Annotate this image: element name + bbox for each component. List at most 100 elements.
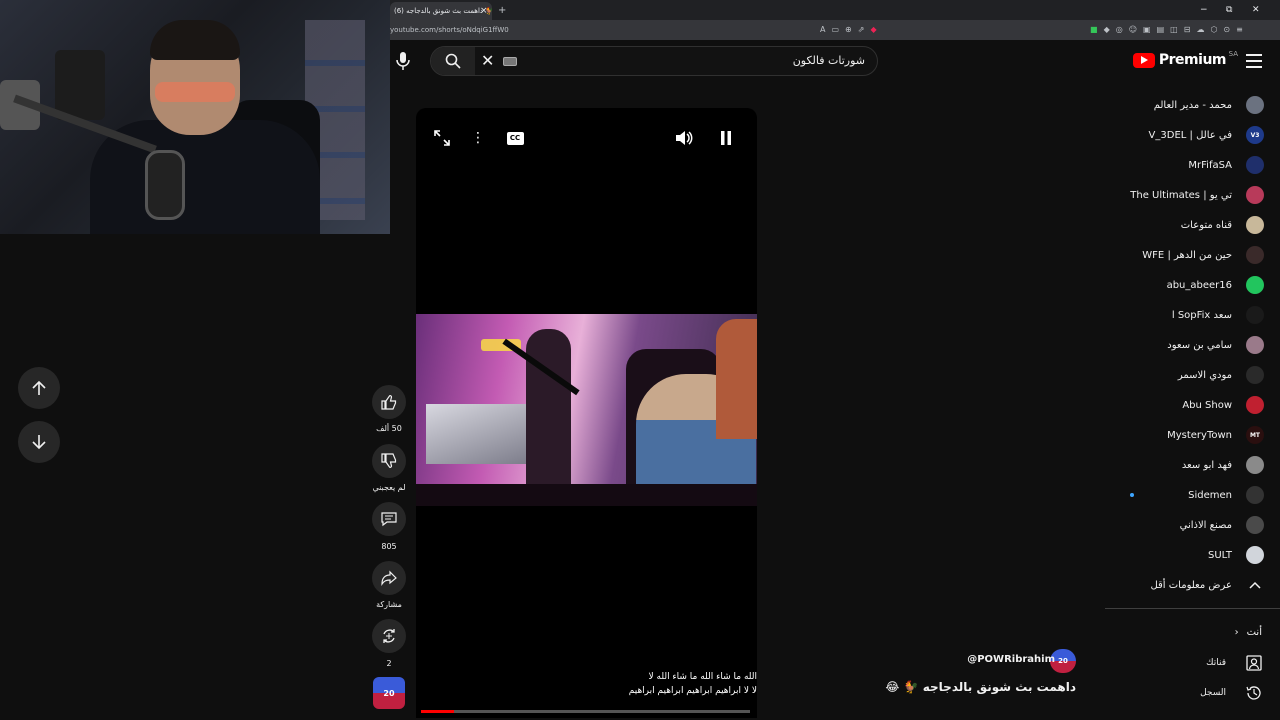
shorts-player[interactable]: ⋮ CC الله ما شاء الله ما شاء الله لا لا … [416,108,757,718]
sidebar-item-subscription[interactable]: MrFifaSA [1105,150,1280,180]
sidebar-item-subscription[interactable]: مصنع الاذاني [1105,510,1280,540]
close-window-button[interactable]: ✕ [1252,2,1260,18]
sidebar-item-history[interactable]: السجل [1102,681,1262,705]
zoom-icon[interactable]: ⊕ [845,25,858,34]
minimize-button[interactable]: − [1200,2,1208,18]
shield-ext-icon[interactable]: ◆ [870,25,882,34]
channel-avatar-icon [1246,516,1264,534]
sidebar-item-subscription[interactable]: abu_abeer16 [1105,270,1280,300]
extension-icon[interactable]: ▤ [1157,25,1171,34]
logo-text: Premium [1158,52,1227,68]
region-code: SA [1228,50,1238,58]
channel-avatar-icon [1246,366,1264,384]
subscriptions-sidebar: محمد - مدير العالم V3 في عالل | V_3DEL MrFi… [1105,90,1280,600]
extension-icon[interactable]: ⬡ [1210,25,1223,34]
clear-search-icon[interactable]: ✕ [481,52,494,70]
search-button[interactable] [431,47,475,75]
new-tab-button[interactable]: + [498,2,506,20]
cast-icon[interactable]: ▭ [831,25,845,34]
share-page-icon[interactable]: ⇗ [858,25,871,34]
arrow-down-icon [32,435,46,450]
voice-search-button[interactable] [390,48,416,74]
extension-icon[interactable]: ◆ [1104,25,1116,34]
sidebar-item-label: حين من الدهر | WFE [1142,249,1232,261]
progress-bar[interactable] [421,710,750,713]
video-frame [416,314,757,506]
extension-icon[interactable]: ⊙ [1223,25,1236,34]
extension-icon[interactable]: ⊟ [1184,25,1197,34]
comments-button[interactable] [372,502,406,536]
menu-icon[interactable]: ≡ [1236,25,1249,34]
sidebar-item-label: MrFifaSA [1188,159,1232,171]
sidebar-item-subscription[interactable]: فهد ابو سعد [1105,450,1280,480]
share-icon [381,570,397,586]
sidebar-item-label: في عالل | V_3DEL [1148,129,1232,141]
restore-button[interactable]: ⧉ [1226,2,1232,18]
search-bar: ✕ شورتات فالكون [430,46,878,76]
you-section-header[interactable]: › أنت [1235,627,1262,638]
sidebar-item-label: SULT [1208,549,1232,561]
sidebar-item-subscription[interactable]: محمد - مدير العالم [1105,90,1280,120]
pause-icon[interactable] [716,128,736,148]
browser-tab[interactable]: (6) داهمت بث شونق بالدجاجه 🐓 [390,2,492,20]
sidebar-item-subscription[interactable]: سعد l SopFix [1105,300,1280,330]
youtube-premium-logo[interactable]: Premium [1132,52,1227,68]
more-options-icon[interactable]: ⋮ [468,128,488,148]
sidebar-item-your-channel[interactable]: قناتك [1102,651,1262,675]
extension-icon[interactable]: ■ [1090,25,1104,34]
microphone-icon [396,52,410,70]
search-icon [445,53,461,69]
channel-avatar-button[interactable]: 20 [373,677,405,709]
extension-icon[interactable]: ☁ [1196,25,1210,34]
sidebar-item-label: MysteryTown [1167,429,1232,441]
tinted-glasses [155,82,235,102]
progress-fill [421,710,454,713]
sidebar-item-subscription[interactable]: SULT [1105,540,1280,570]
fullscreen-icon[interactable] [432,128,452,148]
keyboard-icon[interactable] [503,57,517,66]
sidebar-item-subscription[interactable]: مودي الاسمر [1105,360,1280,390]
sidebar-item-subscription[interactable]: Sidemen [1105,480,1280,510]
next-short-button[interactable] [18,421,60,463]
sidebar-item-subscription[interactable]: قناه متوعات [1105,210,1280,240]
arrow-up-icon [32,380,46,395]
sidebar-item-subscription[interactable]: سامي بن سعود [1105,330,1280,360]
sidebar-item-subscription[interactable]: Abu Show [1105,390,1280,420]
like-button[interactable] [372,385,406,419]
avatar-badge: 20 [1058,657,1068,665]
channel-avatar-icon [1246,306,1264,324]
sidebar-item-label: سامي بن سعود [1167,339,1232,351]
extension-icon[interactable]: ▣ [1143,25,1157,34]
share-button[interactable] [372,561,406,595]
sidebar-item-subscription[interactable]: حين من الدهر | WFE [1105,240,1280,270]
volume-icon[interactable] [674,128,694,148]
previous-short-button[interactable] [18,367,60,409]
hamburger-menu-icon[interactable] [1246,54,1262,68]
trophy-display [426,404,536,464]
translate-icon[interactable]: A [820,25,831,34]
remix-button[interactable] [372,619,406,653]
extension-icon[interactable]: ◎ [1116,25,1129,34]
sidebar-item-subscription[interactable]: V3 في عالل | V_3DEL [1105,120,1280,150]
extension-icon[interactable]: ◫ [1170,25,1184,34]
dislike-label: لم يعجبني [372,483,406,492]
your-channel-label: قناتك [1206,658,1226,668]
sidebar-item-subscription[interactable]: تي يو | The Ultimates [1105,180,1280,210]
address-bar-icons: A▭⊕⇗◆ [820,23,883,37]
tab-close-icon[interactable]: × [480,2,488,20]
sidebar-item-label: محمد - مدير العالم [1153,99,1232,111]
remix-count: 2 [386,659,392,668]
extension-icon[interactable]: ☺ [1129,25,1143,34]
sidebar-item-subscription[interactable]: MT MysteryTown [1105,420,1280,450]
dislike-button[interactable] [372,444,406,478]
desk [416,484,757,506]
channel-handle[interactable]: @POWRibrahim [967,654,1055,665]
show-less-button[interactable]: عرض معلومات أقل [1105,570,1280,600]
captions-button[interactable]: CC [505,128,525,148]
sidebar-item-label: Sidemen [1188,489,1232,501]
search-input[interactable]: شورتات فالكون [793,54,865,68]
channel-avatar-icon: V3 [1246,126,1264,144]
channel-avatar-icon [1246,216,1264,234]
channel-avatar-icon [1246,96,1264,114]
video-title[interactable]: داهمت بث شونق بالدجاجه 🐓 😂 [885,680,1076,694]
